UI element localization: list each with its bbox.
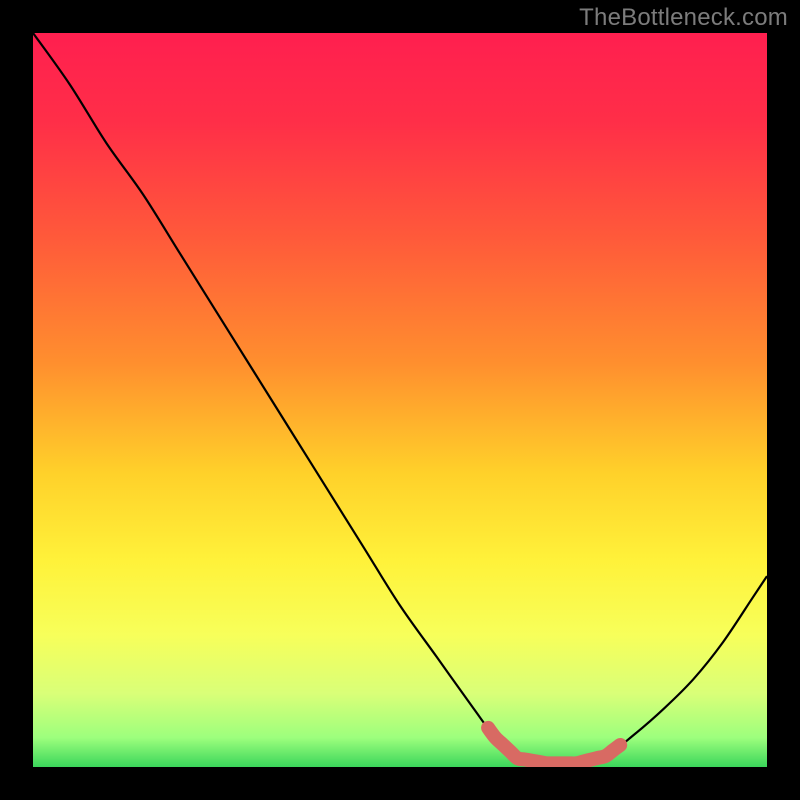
chart-frame: TheBottleneck.com xyxy=(0,0,800,800)
watermark-text: TheBottleneck.com xyxy=(579,4,788,32)
gradient-background xyxy=(33,33,767,767)
plot-area xyxy=(33,33,767,767)
bottleneck-chart xyxy=(33,33,767,767)
